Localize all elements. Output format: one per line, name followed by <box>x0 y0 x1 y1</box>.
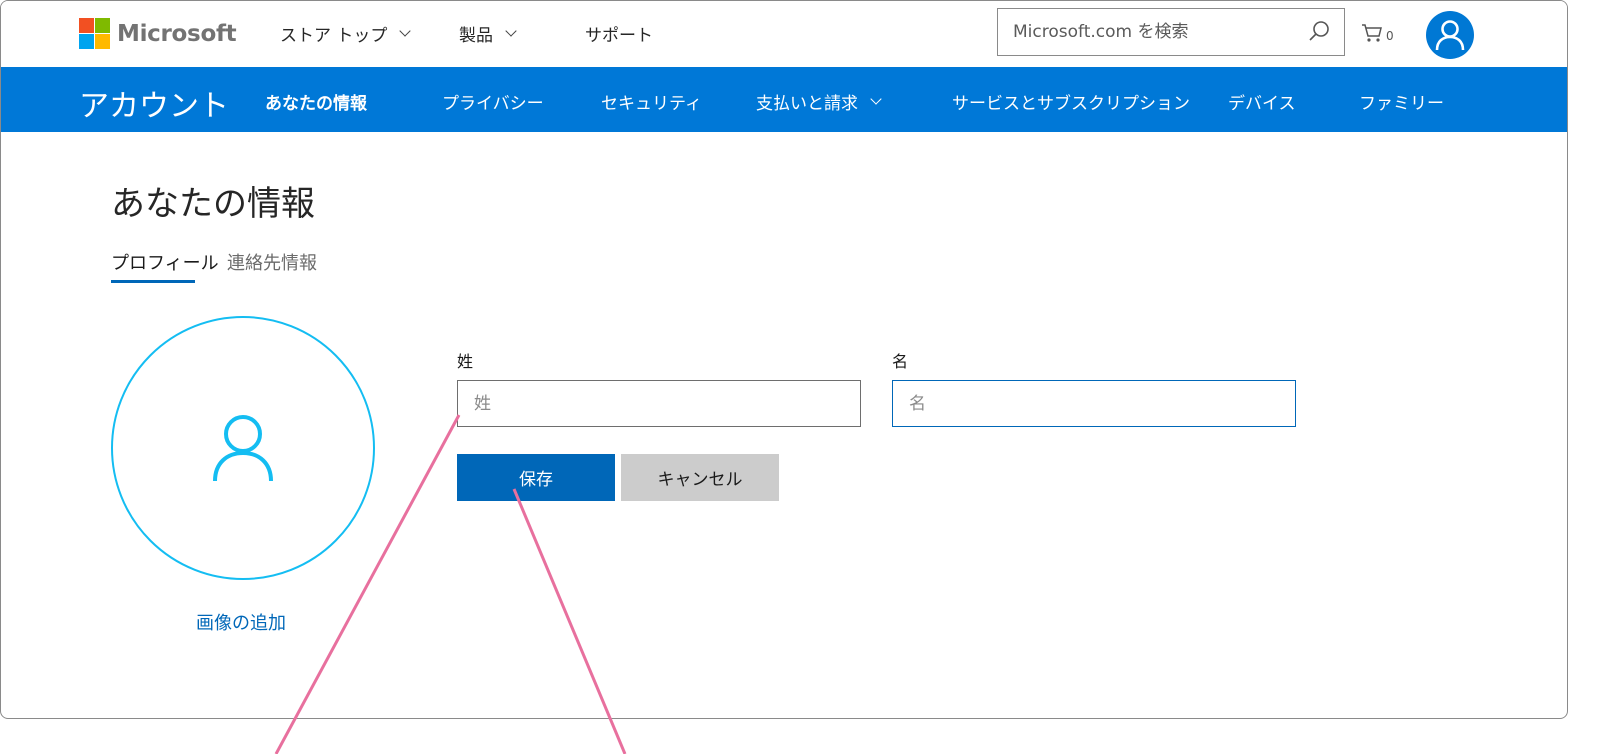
search-icon[interactable] <box>1308 20 1330 42</box>
account-avatar[interactable] <box>1426 11 1474 59</box>
chevron-down-icon <box>399 25 412 37</box>
cart-button[interactable]: 0 <box>1361 23 1394 43</box>
account-nav-label: あなたの情報 <box>265 94 367 114</box>
last-name-field[interactable] <box>457 380 861 427</box>
account-nav-your-info[interactable]: あなたの情報 <box>265 89 367 114</box>
account-nav-security[interactable]: セキュリティ <box>601 89 702 114</box>
user-icon <box>1435 20 1465 51</box>
account-nav-devices[interactable]: デバイス <box>1228 89 1296 114</box>
account-nav-payment[interactable]: 支払いと請求 <box>756 89 882 114</box>
last-name-label: 姓 <box>457 352 474 371</box>
tab-profile[interactable]: プロフィール <box>111 249 219 275</box>
cancel-button[interactable]: キャンセル <box>621 454 779 501</box>
nav-support[interactable]: サポート <box>585 21 653 46</box>
account-title[interactable]: アカウント <box>79 81 229 125</box>
page-title: あなたの情報 <box>111 184 315 224</box>
cart-icon <box>1362 24 1382 42</box>
cart-count: 0 <box>1386 29 1394 43</box>
person-icon <box>213 415 273 482</box>
nav-products-label: 製品 <box>459 26 493 46</box>
microsoft-logo[interactable]: Microsoft <box>79 18 237 49</box>
brand-name: Microsoft <box>117 20 237 47</box>
tab-contact-info[interactable]: 連絡先情報 <box>227 249 317 275</box>
nav-store-top[interactable]: ストア トップ <box>280 21 412 46</box>
save-button[interactable]: 保存 <box>457 454 615 501</box>
account-nav-label: セキュリティ <box>601 94 702 114</box>
account-nav-label: 支払いと請求 <box>756 94 858 114</box>
nav-support-label: サポート <box>585 26 653 46</box>
nav-products[interactable]: 製品 <box>459 21 517 46</box>
first-name-field[interactable] <box>892 380 1296 427</box>
account-nav-label: サービスとサブスクリプション <box>952 94 1190 114</box>
account-nav-privacy[interactable]: プライバシー <box>442 89 544 114</box>
active-tab-indicator <box>111 280 195 283</box>
account-nav-label: デバイス <box>1228 94 1296 114</box>
nav-store-top-label: ストア トップ <box>280 26 388 46</box>
first-name-label: 名 <box>892 352 909 371</box>
add-image-link[interactable]: 画像の追加 <box>196 609 286 635</box>
account-nav-bar: アカウント あなたの情報 プライバシー セキュリティ 支払いと請求 サービスとサ… <box>1 67 1567 132</box>
search-box <box>997 8 1345 56</box>
search-input[interactable] <box>998 10 1288 54</box>
account-nav-services[interactable]: サービスとサブスクリプション <box>952 89 1190 114</box>
site-header: Microsoft ストア トップ 製品 サポート 0 <box>1 1 1567 67</box>
account-nav-label: ファミリー <box>1359 94 1444 114</box>
browser-frame: Microsoft ストア トップ 製品 サポート 0 <box>0 0 1568 719</box>
account-nav-label: プライバシー <box>442 94 544 114</box>
chevron-down-icon <box>870 93 882 105</box>
account-nav-family[interactable]: ファミリー <box>1359 89 1444 114</box>
microsoft-logo-icon <box>79 18 110 49</box>
chevron-down-icon <box>505 25 517 37</box>
